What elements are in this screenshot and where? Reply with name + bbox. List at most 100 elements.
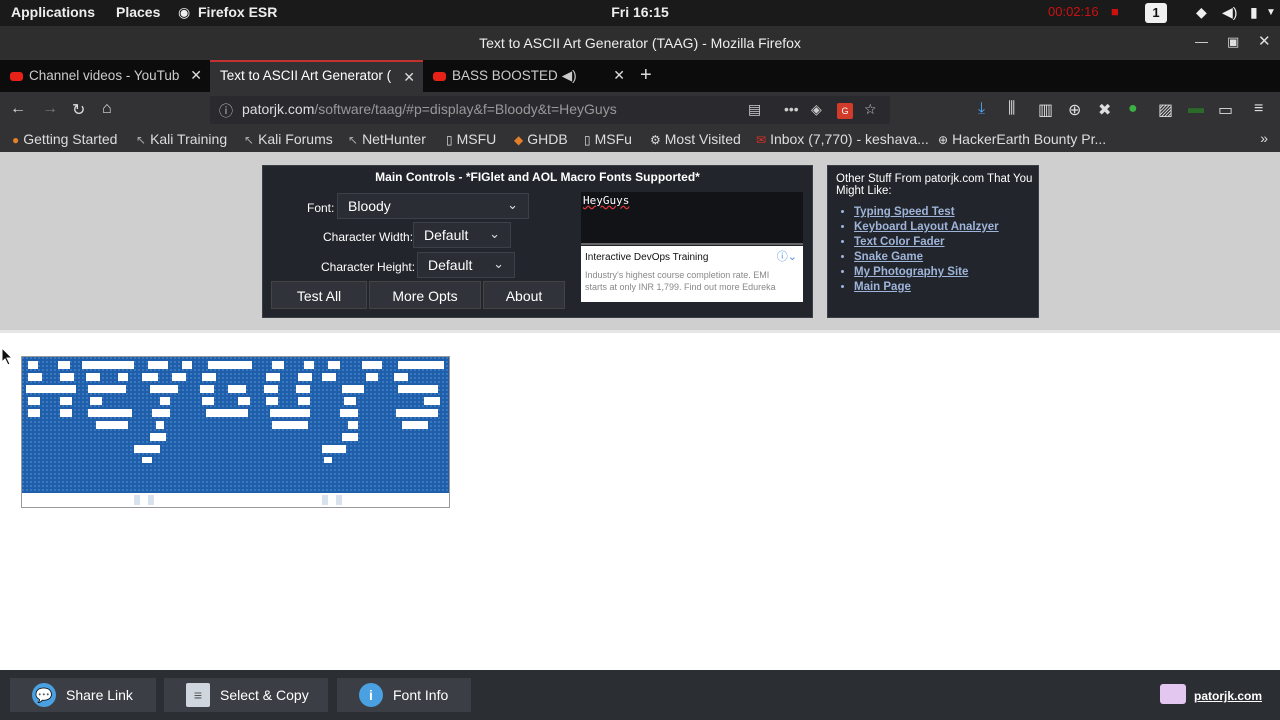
- chevron-down-icon[interactable]: ▼: [1266, 7, 1276, 18]
- about-button[interactable]: About: [483, 281, 565, 309]
- bookmark-inbox[interactable]: ✉ Inbox (7,770) - keshava...: [756, 131, 929, 147]
- link-keyboard-layout[interactable]: Keyboard Layout Analzyer: [854, 220, 1038, 235]
- youtube-icon: [10, 71, 23, 81]
- text-input[interactable]: HeyGuys: [581, 192, 803, 245]
- patorjk-logo: [1160, 684, 1186, 704]
- extension-battery-icon[interactable]: ▬: [1188, 100, 1204, 118]
- minimize-icon[interactable]: —: [1195, 34, 1208, 49]
- tab-taag[interactable]: Text to ASCII Art Generator ( ✕: [210, 60, 423, 92]
- bookmark-msfu[interactable]: ▯ MSFU: [446, 131, 496, 147]
- main-controls-header: Main Controls - *FIGlet and AOL Macro Fo…: [375, 170, 700, 184]
- extension-x-icon[interactable]: ✖: [1098, 100, 1111, 120]
- extension-image-icon[interactable]: ▨: [1158, 100, 1173, 120]
- download-icon[interactable]: ⤓: [978, 100, 985, 118]
- bookmark-msfu-2[interactable]: ▯ MSFu: [584, 131, 632, 147]
- chevron-down-icon: ⌄: [489, 226, 500, 241]
- other-stuff-list: Typing Speed Test Keyboard Layout Analzy…: [854, 205, 1038, 295]
- url-bar[interactable]: ⓘ patorjk.com/software/taag/#p=display&f…: [210, 96, 890, 124]
- ad-line-2: starts at only INR 1,799. Find out more …: [585, 282, 776, 292]
- close-tab-icon[interactable]: ✕: [403, 69, 415, 86]
- close-icon[interactable]: ✕: [1258, 32, 1271, 50]
- sidebar-icon[interactable]: ▥: [1038, 100, 1053, 120]
- close-tab-icon[interactable]: ✕: [190, 67, 202, 84]
- link-photography-site[interactable]: My Photography Site: [854, 265, 1038, 280]
- wifi-icon[interactable]: ◆: [1196, 4, 1207, 21]
- reader-view-icon[interactable]: ▤: [748, 101, 761, 118]
- link-snake-game[interactable]: Snake Game: [854, 250, 1038, 265]
- kali-icon: ↖: [244, 133, 255, 147]
- library-icon[interactable]: ⫼: [1008, 100, 1015, 118]
- firefox-icon: ●: [12, 133, 20, 147]
- tab-bass-boosted[interactable]: BASS BOOSTED ◀) ✕: [423, 60, 633, 92]
- msfu-icon: ▯: [584, 133, 591, 147]
- top-panel: Applications Places ◉ Firefox ESR Fri 16…: [0, 0, 1280, 26]
- page-actions-icon[interactable]: •••: [784, 101, 799, 117]
- navigation-toolbar: ← → ↻ ⌂ ⓘ patorjk.com/software/taag/#p=d…: [0, 92, 1280, 128]
- link-text-color-fader[interactable]: Text Color Fader: [854, 235, 1038, 250]
- gmail-icon: ✉: [756, 133, 767, 147]
- patorjk-link[interactable]: patorjk.com: [1194, 689, 1262, 703]
- other-stuff-header: Other Stuff From patorjk.com That You Mi…: [836, 173, 1033, 197]
- speech-bubble-icon: 💬: [32, 683, 56, 707]
- window-title: Text to ASCII Art Generator (TAAG) - Moz…: [479, 35, 801, 51]
- recording-timer: 00:02:16: [1048, 4, 1099, 19]
- workspace-indicator[interactable]: 1: [1145, 3, 1167, 23]
- chevron-down-icon: ⌄: [493, 256, 504, 271]
- kali-icon: ↖: [136, 133, 147, 147]
- bookmark-most-visited[interactable]: ⚙ Most Visited: [650, 131, 741, 147]
- window-titlebar: Text to ASCII Art Generator (TAAG) - Moz…: [0, 26, 1280, 60]
- ghdb-icon: ◆: [514, 133, 524, 147]
- select-copy-button[interactable]: ≡ Select & Copy: [164, 678, 328, 712]
- mouse-cursor-icon: [2, 348, 14, 366]
- extension-icon[interactable]: G: [837, 101, 853, 119]
- info-icon[interactable]: ⓘ: [219, 101, 233, 121]
- tab-label: Channel videos - YouTub: [29, 68, 180, 83]
- link-main-page[interactable]: Main Page: [854, 280, 1038, 295]
- back-button[interactable]: ←: [10, 100, 26, 118]
- close-tab-icon[interactable]: ✕: [613, 67, 625, 84]
- bookmark-star-icon[interactable]: ☆: [864, 101, 877, 118]
- extension-green-icon[interactable]: ●: [1128, 100, 1138, 118]
- ad-choices-icon[interactable]: ⓘ⌄: [777, 248, 797, 264]
- bookmark-getting-started[interactable]: ● Getting Started: [12, 131, 117, 147]
- bookmark-nethunter[interactable]: ↖ NetHunter: [348, 131, 426, 147]
- bookmark-kali-forums[interactable]: ↖ Kali Forums: [244, 131, 333, 147]
- share-link-label: Share Link: [66, 687, 133, 703]
- text-input-value: HeyGuys: [583, 194, 630, 207]
- font-info-button[interactable]: i Font Info: [337, 678, 471, 712]
- forward-button[interactable]: →: [42, 100, 58, 118]
- screenshot-icon[interactable]: ▭: [1218, 100, 1233, 120]
- page-content: Main Controls - *FIGlet and AOL Macro Fo…: [0, 152, 1280, 670]
- hamburger-menu-icon[interactable]: ≡: [1254, 100, 1263, 118]
- home-button[interactable]: ⌂: [102, 100, 112, 118]
- bookmark-kali-training[interactable]: ↖ Kali Training: [136, 131, 227, 147]
- char-height-value: Default: [428, 257, 473, 273]
- ascii-art-output[interactable]: [21, 356, 450, 508]
- more-bookmarks-icon[interactable]: »: [1260, 130, 1268, 146]
- char-height-select[interactable]: Default ⌄: [417, 252, 515, 278]
- battery-icon[interactable]: ▮: [1250, 4, 1258, 21]
- advertisement[interactable]: Interactive DevOps Training Industry's h…: [581, 246, 803, 302]
- link-typing-speed-test[interactable]: Typing Speed Test: [854, 205, 1038, 220]
- reload-button[interactable]: ↻: [72, 100, 85, 120]
- pocket-icon[interactable]: ◈: [811, 101, 822, 118]
- font-select[interactable]: Bloody ⌄: [337, 193, 529, 219]
- volume-icon[interactable]: ◀): [1222, 4, 1237, 21]
- share-link-button[interactable]: 💬 Share Link: [10, 678, 156, 712]
- info-icon: i: [359, 683, 383, 707]
- chevron-down-icon: ⌄: [507, 197, 518, 212]
- bookmark-hackerearth[interactable]: ⊕ HackerEarth Bounty Pr...: [938, 131, 1106, 147]
- char-height-label: Character Height:: [321, 260, 416, 274]
- maximize-icon[interactable]: ▣: [1227, 34, 1239, 50]
- new-tab-button[interactable]: +: [640, 64, 652, 87]
- gear-icon: ⚙: [650, 133, 661, 147]
- bookmark-ghdb[interactable]: ◆ GHDB: [514, 131, 568, 147]
- char-width-value: Default: [424, 227, 469, 243]
- test-all-button[interactable]: Test All: [271, 281, 367, 309]
- document-icon: ≡: [186, 683, 210, 707]
- youtube-icon: [433, 71, 446, 81]
- tab-youtube-channel[interactable]: Channel videos - YouTub ✕: [0, 60, 210, 92]
- more-opts-button[interactable]: More Opts: [369, 281, 481, 309]
- extension-globe-icon[interactable]: ⊕: [1068, 100, 1081, 120]
- char-width-select[interactable]: Default ⌄: [413, 222, 511, 248]
